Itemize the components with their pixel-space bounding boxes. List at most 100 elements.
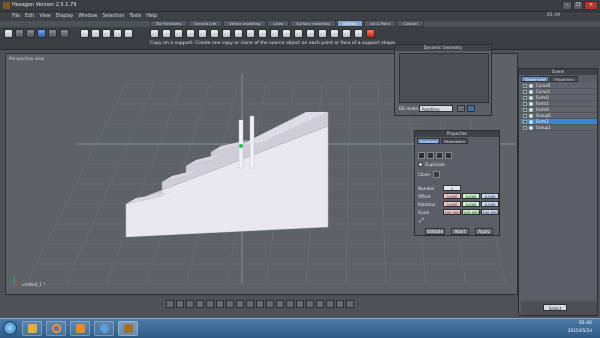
select-icon[interactable]: [4, 29, 13, 38]
duplicate-option[interactable]: Duplicate: [425, 162, 445, 167]
menu-window[interactable]: Window: [78, 12, 97, 21]
rotate-icon[interactable]: [26, 29, 35, 38]
tool-snap-icon[interactable]: [222, 29, 231, 38]
tab-lines[interactable]: Lines: [267, 20, 290, 27]
taskbar-settings[interactable]: [94, 321, 114, 336]
tool-mirror-icon[interactable]: [198, 29, 207, 38]
abort-button[interactable]: Abort: [451, 228, 469, 235]
camera-icon[interactable]: [316, 300, 324, 308]
tab-second-life[interactable]: Second Life: [188, 20, 223, 27]
zoom-icon[interactable]: [246, 300, 254, 308]
cube-view-2-icon[interactable]: [91, 29, 100, 38]
tool-group-icon[interactable]: [294, 29, 303, 38]
eye-icon[interactable]: [529, 107, 533, 112]
tool-cutter-icon[interactable]: [186, 29, 195, 38]
number-field[interactable]: 1: [443, 185, 461, 191]
tool-measure-icon[interactable]: [270, 29, 279, 38]
maximize-button[interactable]: ❐: [573, 1, 583, 10]
visibility-checkbox[interactable]: [523, 107, 527, 112]
cube-view-5-icon[interactable]: [124, 29, 133, 38]
dg-mode-select[interactable]: Realtime: [419, 105, 453, 112]
tab-custom[interactable]: Custom: [397, 20, 424, 27]
rotation-y-field[interactable]: 0.000: [462, 201, 480, 207]
tool-ungroup-icon[interactable]: [306, 29, 315, 38]
duplicate-radio[interactable]: [418, 162, 423, 167]
tool-clone-icon[interactable]: [150, 29, 159, 38]
reset-icon[interactable]: ⤢: [419, 217, 424, 225]
tool-deform-icon[interactable]: [258, 29, 267, 38]
tool-center-icon[interactable]: [330, 29, 339, 38]
mode-object-icon[interactable]: [445, 152, 452, 159]
scene-item[interactable]: Group1: [521, 125, 597, 131]
tab-surface-modeling[interactable]: Surface modeling: [290, 20, 336, 27]
tab-parameters[interactable]: Parameters: [441, 138, 468, 144]
scale-y-field[interactable]: 100.000: [462, 209, 480, 215]
snap-point-icon[interactable]: [346, 300, 354, 308]
menu-edit[interactable]: Edit: [25, 12, 34, 21]
eye-icon[interactable]: [529, 89, 533, 94]
move-icon[interactable]: [15, 29, 24, 38]
dg-options-button[interactable]: [457, 105, 465, 112]
tool-pivot-icon[interactable]: [318, 29, 327, 38]
view-quad-icon[interactable]: [176, 300, 184, 308]
cube-view-1-icon[interactable]: [80, 29, 89, 38]
visibility-checkbox[interactable]: [523, 89, 527, 94]
offset-y-field[interactable]: 0.000: [462, 193, 480, 199]
eye-icon[interactable]: [529, 119, 533, 124]
tool-link-icon[interactable]: [354, 29, 363, 38]
menu-selection[interactable]: Selection: [102, 12, 124, 21]
rotation-z-field[interactable]: 0.000: [481, 201, 499, 207]
tool-scatter-icon[interactable]: [210, 29, 219, 38]
pan-icon[interactable]: [236, 300, 244, 308]
visibility-checkbox[interactable]: [523, 113, 527, 118]
taskbar-explorer[interactable]: [22, 321, 42, 336]
orbit-icon[interactable]: [256, 300, 264, 308]
visibility-checkbox[interactable]: [523, 83, 527, 88]
scale-x-field[interactable]: 100.000: [443, 209, 461, 215]
taskbar-media[interactable]: [70, 321, 90, 336]
menu-tools[interactable]: Tools: [129, 12, 141, 21]
menu-display[interactable]: Display: [56, 12, 74, 21]
paint-icon[interactable]: [48, 29, 57, 38]
eye-icon[interactable]: [529, 113, 533, 118]
tool-copy-icon[interactable]: [162, 29, 171, 38]
scale-z-field[interactable]: 100.000: [481, 209, 499, 215]
view-side-icon[interactable]: [216, 300, 224, 308]
tool-cube-icon[interactable]: [234, 29, 243, 38]
tab-uv-paint[interactable]: UV & Paint: [363, 20, 397, 27]
eye-icon[interactable]: [529, 83, 533, 88]
close-button[interactable]: ✕: [584, 1, 598, 10]
offset-x-field[interactable]: 0.000: [443, 193, 461, 199]
menu-view[interactable]: View: [39, 12, 50, 21]
visibility-checkbox[interactable]: [523, 101, 527, 106]
sphere-icon[interactable]: [37, 29, 46, 38]
menu-file[interactable]: File: [12, 12, 20, 21]
mode-edge-icon[interactable]: [436, 152, 443, 159]
minimize-button[interactable]: –: [562, 1, 572, 10]
visibility-checkbox[interactable]: [523, 125, 527, 130]
view-top-icon[interactable]: [196, 300, 204, 308]
eye-icon[interactable]: [529, 95, 533, 100]
wire-icon[interactable]: [286, 300, 294, 308]
taskbar-hexagon[interactable]: [118, 321, 138, 336]
validate-button[interactable]: Validate: [425, 228, 445, 235]
view-front-icon[interactable]: [206, 300, 214, 308]
tool-distribute-icon[interactable]: [342, 29, 351, 38]
tab-vertex-modeling[interactable]: Vertex modeling: [223, 20, 267, 27]
lock-icon[interactable]: [60, 29, 69, 38]
dg-refresh-button[interactable]: [467, 105, 475, 112]
clone-toggle[interactable]: [433, 171, 440, 178]
view-persp-icon[interactable]: [226, 300, 234, 308]
tab-scene-properties[interactable]: Properties: [550, 76, 578, 82]
eye-icon[interactable]: [529, 125, 533, 130]
tool-brush-icon[interactable]: [246, 29, 255, 38]
visibility-checkbox[interactable]: [523, 119, 527, 124]
taskbar-chrome[interactable]: [46, 321, 66, 336]
start-button[interactable]: [3, 321, 17, 335]
tab-summary[interactable]: Summary: [417, 138, 441, 144]
tab-3d-primitives[interactable]: 3D Primitives: [150, 20, 188, 27]
snap-grid-icon[interactable]: [336, 300, 344, 308]
cube-view-4-icon[interactable]: [113, 29, 122, 38]
tool-array-icon[interactable]: [174, 29, 183, 38]
tab-scene-tree[interactable]: Scene tree: [521, 76, 550, 82]
